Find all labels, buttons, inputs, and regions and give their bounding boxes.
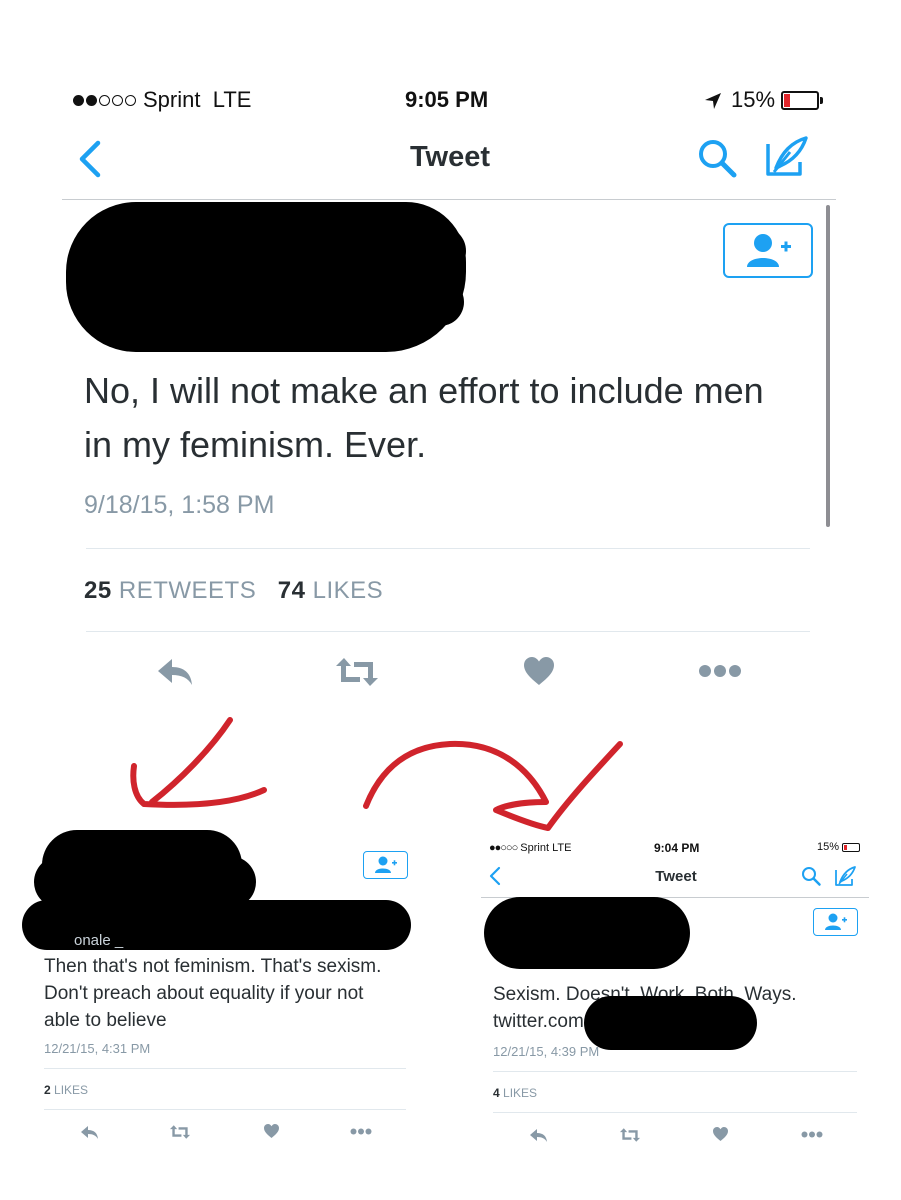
add-user-icon bbox=[375, 856, 397, 873]
nav-divider bbox=[62, 199, 836, 200]
more-icon[interactable] bbox=[350, 1128, 372, 1135]
redacted-user-name-part bbox=[380, 226, 466, 276]
divider bbox=[86, 548, 810, 549]
status-carrier: ●●○○○ Sprint LTE bbox=[489, 842, 572, 854]
likes-count: 2 bbox=[44, 1083, 51, 1097]
heart-icon[interactable] bbox=[522, 655, 556, 687]
tweet-stats: 25 RETWEETS 74 LIKES bbox=[84, 577, 383, 605]
more-icon[interactable] bbox=[801, 1131, 823, 1138]
more-icon[interactable] bbox=[698, 664, 742, 678]
heart-icon[interactable] bbox=[263, 1123, 280, 1139]
tweet-text-line: in my feminism. Ever. bbox=[84, 424, 427, 465]
follow-button[interactable] bbox=[813, 908, 858, 936]
tweet-date: 9/18/15, 1:58 PM bbox=[84, 491, 275, 519]
reply-text: Then that's not feminism. That's sexism.… bbox=[44, 953, 404, 1034]
compose-icon[interactable] bbox=[764, 134, 810, 178]
reply-date: 12/21/15, 4:31 PM bbox=[44, 1041, 151, 1056]
reply-stats: 2 LIKES bbox=[44, 1083, 88, 1097]
divider bbox=[44, 1109, 406, 1110]
redacted-link bbox=[584, 996, 757, 1050]
quote-link[interactable]: twitter.com bbox=[493, 1008, 584, 1035]
signal-strength-icon bbox=[73, 86, 138, 112]
retweet-icon[interactable] bbox=[619, 1127, 641, 1143]
location-arrow-icon bbox=[705, 93, 721, 109]
heart-icon[interactable] bbox=[712, 1126, 729, 1142]
divider bbox=[44, 1068, 406, 1069]
add-user-icon bbox=[825, 913, 847, 930]
scrollbar[interactable] bbox=[826, 205, 830, 527]
redacted-user-name bbox=[484, 897, 690, 969]
follow-button[interactable] bbox=[363, 851, 408, 879]
retweet-icon[interactable] bbox=[169, 1124, 191, 1140]
retweet-icon[interactable] bbox=[334, 656, 380, 688]
retweet-count: 25 bbox=[84, 577, 112, 604]
red-annotation-arrows bbox=[130, 717, 623, 831]
status-time: 9:04 PM bbox=[654, 841, 700, 855]
signal-strength-icon: ●●○○○ bbox=[489, 842, 518, 854]
nav-title: Tweet bbox=[409, 141, 491, 173]
back-chevron-icon[interactable] bbox=[488, 866, 502, 886]
search-icon[interactable] bbox=[801, 866, 823, 887]
likes-label[interactable]: LIKES bbox=[54, 1083, 88, 1097]
divider bbox=[493, 1112, 857, 1113]
nav-title: Tweet bbox=[655, 868, 697, 885]
likes-label[interactable]: LIKES bbox=[313, 577, 384, 604]
divider bbox=[493, 1071, 857, 1072]
tweet-text: No, I will not make an effort to include… bbox=[84, 364, 824, 472]
battery-icon bbox=[781, 91, 823, 110]
likes-count: 4 bbox=[493, 1086, 500, 1100]
battery-percent: 15% bbox=[731, 87, 776, 112]
reply-text-line: Don't preach about equality if your not bbox=[44, 983, 364, 1004]
redacted-user-name bbox=[66, 202, 466, 352]
follow-button[interactable] bbox=[723, 223, 813, 278]
divider bbox=[86, 631, 810, 632]
compose-icon[interactable] bbox=[834, 865, 857, 887]
reply-icon[interactable] bbox=[156, 655, 196, 689]
tweet-text-line: No, I will not make an effort to include… bbox=[84, 370, 764, 411]
status-time: 9:05 PM bbox=[405, 87, 489, 112]
reply-text-line: able to believe bbox=[44, 1010, 167, 1031]
reply-icon[interactable] bbox=[529, 1127, 549, 1144]
retweets-label[interactable]: RETWEETS bbox=[119, 577, 256, 604]
partial-handle: onale _ bbox=[74, 932, 124, 949]
battery-percent: 15% bbox=[817, 841, 840, 853]
reply-icon[interactable] bbox=[80, 1124, 100, 1141]
likes-count: 74 bbox=[277, 577, 306, 604]
quote-stats: 4 LIKES bbox=[493, 1086, 537, 1100]
add-user-icon bbox=[747, 234, 791, 267]
likes-label[interactable]: LIKES bbox=[503, 1086, 537, 1100]
battery-icon bbox=[842, 843, 860, 852]
quote-date: 12/21/15, 4:39 PM bbox=[493, 1044, 600, 1059]
carrier-label: Sprint LTE bbox=[143, 87, 252, 112]
reply-text-line: Then that's not feminism. That's sexism. bbox=[44, 956, 382, 977]
search-icon[interactable] bbox=[697, 138, 741, 180]
left-reply-screenshot: onale _ bbox=[22, 830, 412, 950]
back-chevron-icon[interactable] bbox=[76, 140, 104, 178]
redacted-user-handle-part bbox=[380, 278, 464, 326]
